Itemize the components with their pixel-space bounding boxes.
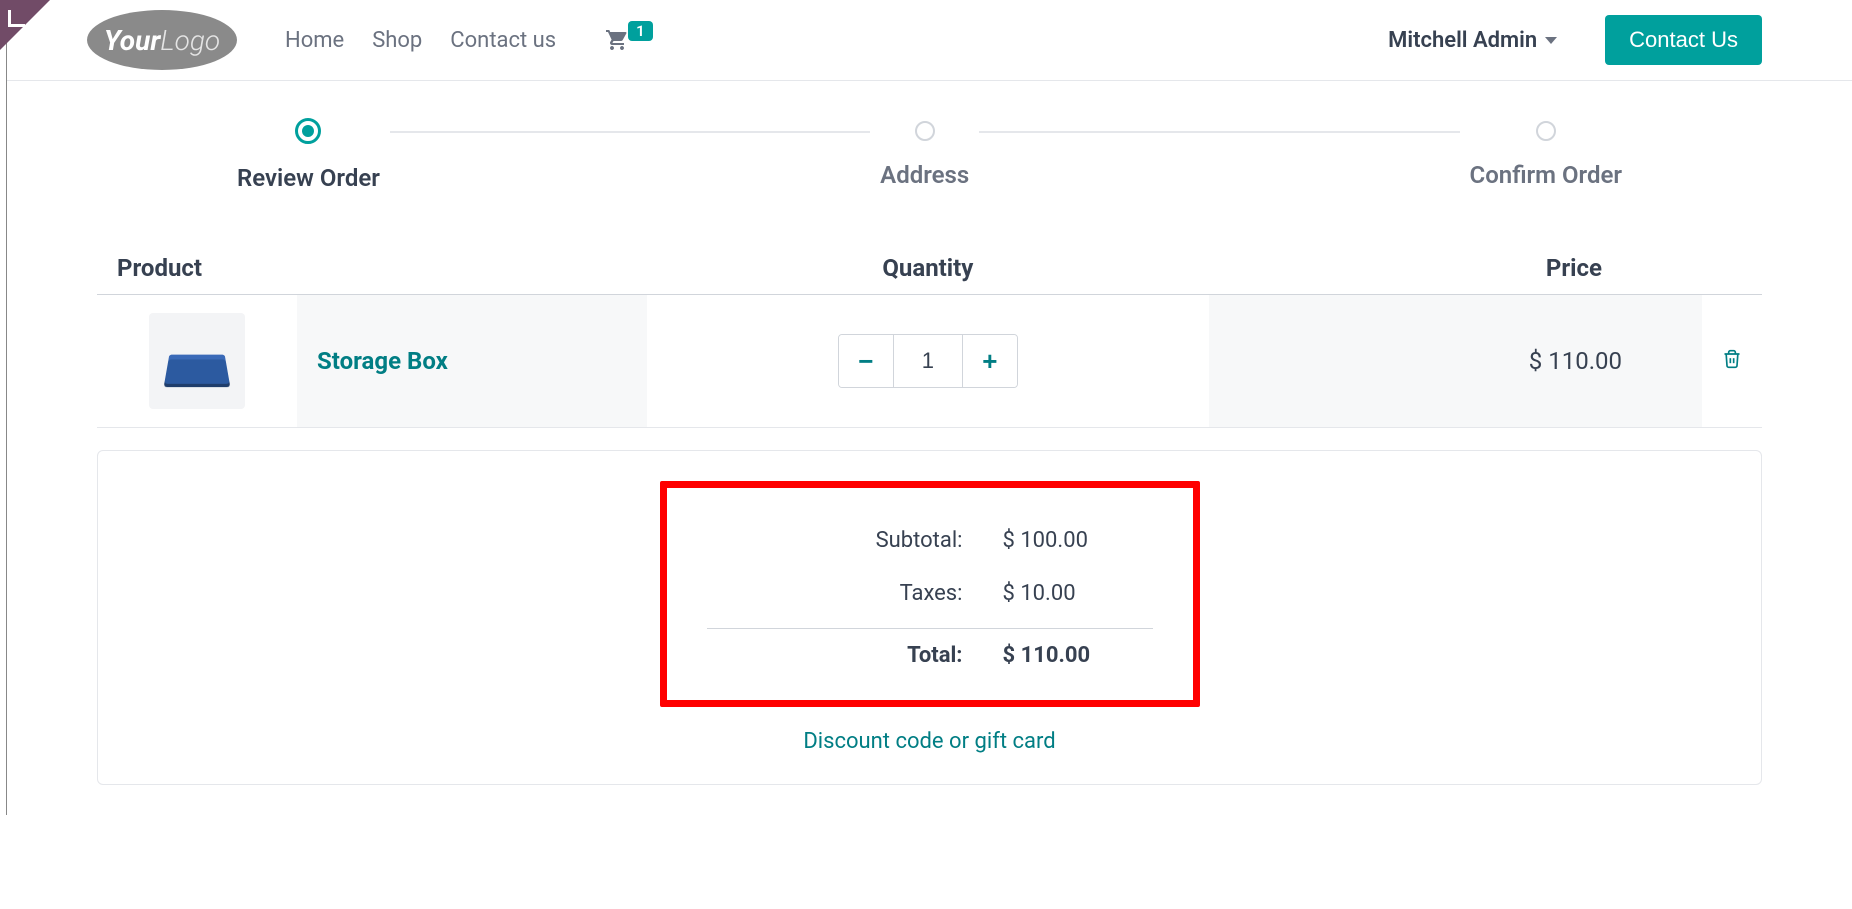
line-price: $ 110.00: [1209, 295, 1702, 428]
qty-decrease-button[interactable]: −: [839, 335, 893, 387]
checkout-progress: Review Order Address Confirm Order: [97, 121, 1762, 192]
user-menu[interactable]: Mitchell Admin: [1388, 28, 1557, 53]
total-value: $ 110.00: [1003, 643, 1153, 668]
order-summary: Subtotal: $ 100.00 Taxes: $ 10.00 Total:…: [97, 450, 1762, 785]
step-label: Address: [880, 161, 969, 189]
cart-count-badge: 1: [628, 21, 653, 41]
step-label: Review Order: [237, 164, 380, 192]
nav-contact[interactable]: Contact us: [450, 28, 556, 53]
header-product: Product: [97, 242, 647, 295]
header-price: Price: [1209, 242, 1702, 295]
nav-shop[interactable]: Shop: [372, 28, 422, 53]
qty-increase-button[interactable]: +: [963, 335, 1017, 387]
site-logo[interactable]: YourLogo: [87, 10, 237, 70]
taxes-label: Taxes:: [707, 581, 1003, 606]
cart-link[interactable]: 1: [604, 28, 653, 52]
header-quantity: Quantity: [647, 242, 1209, 295]
subtotal-value: $ 100.00: [1003, 528, 1153, 553]
remove-item-button[interactable]: [1722, 348, 1742, 373]
subtotal-label: Subtotal:: [707, 528, 1003, 553]
step-bubble-active: [295, 118, 321, 144]
user-name: Mitchell Admin: [1388, 28, 1537, 53]
step-label: Confirm Order: [1470, 161, 1622, 189]
step-review-order[interactable]: Review Order: [227, 121, 390, 192]
navbar: YourLogo Home Shop Contact us 1 Mitchell…: [7, 0, 1852, 81]
step-address[interactable]: Address: [870, 121, 979, 189]
main-content: Review Order Address Confirm Order Produ…: [7, 81, 1852, 815]
cart-table: Product Quantity Price Storage Box −: [97, 242, 1762, 428]
step-bubble: [1536, 121, 1556, 141]
cart-icon: [604, 28, 630, 52]
product-name-link[interactable]: Storage Box: [317, 347, 448, 375]
contact-us-button[interactable]: Contact Us: [1605, 15, 1762, 65]
qty-input[interactable]: [893, 335, 963, 387]
taxes-value: $ 10.00: [1003, 581, 1153, 606]
editor-corner-tab[interactable]: [0, 0, 50, 50]
quantity-stepper: − +: [838, 334, 1018, 388]
cart-row: Storage Box − + $ 110.00: [97, 295, 1762, 428]
trash-icon: [1722, 348, 1742, 370]
total-label: Total:: [707, 643, 1003, 668]
totals-highlight: Subtotal: $ 100.00 Taxes: $ 10.00 Total:…: [660, 481, 1200, 707]
step-confirm-order[interactable]: Confirm Order: [1460, 121, 1632, 189]
product-image[interactable]: [149, 313, 245, 409]
nav-home[interactable]: Home: [285, 28, 344, 53]
discount-code-link[interactable]: Discount code or gift card: [128, 729, 1731, 754]
step-bubble: [915, 121, 935, 141]
chevron-down-icon: [1545, 37, 1557, 44]
